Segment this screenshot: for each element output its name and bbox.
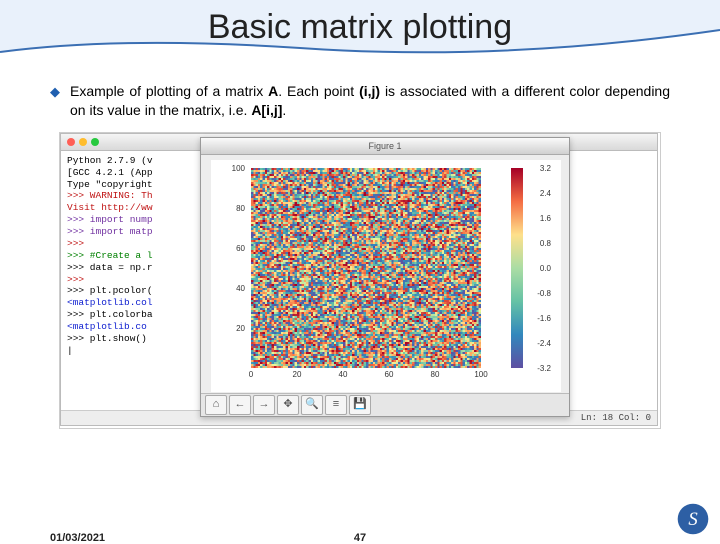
figure-title: Figure 1 [201,138,569,155]
x-tick-label: 100 [471,370,491,379]
bullet-item: ◆ Example of plotting of a matrix A. Eac… [50,82,670,120]
x-tick-label: 0 [241,370,261,379]
home-icon[interactable]: ⌂ [205,395,227,415]
footer-page: 47 [0,532,720,544]
x-tick-label: 20 [287,370,307,379]
y-tick-label: 20 [215,324,245,333]
matplotlib-figure-window: Figure 1 100 80 60 40 20 0 20 40 60 80 100 3.2 2.4… [200,137,570,417]
forward-icon[interactable]: → [253,395,275,415]
svg-text:S: S [688,509,698,530]
heatmap-canvas [251,168,481,368]
bullet-glyph: ◆ [50,84,60,100]
figure-toolbar: ⌂←→✥🔍≡💾 [201,393,569,416]
pan-icon[interactable]: ✥ [277,395,299,415]
minimize-icon[interactable] [79,138,87,146]
y-tick-label: 100 [215,164,245,173]
screenshot-composite: Python 2.7.9 (v[GCC 4.2.1 (AppType "copy… [59,132,661,429]
colorbar-tick-label: -2.4 [537,339,551,348]
colorbar-tick-label: 2.4 [540,189,551,198]
colorbar-tick-label: 0.0 [540,264,551,273]
x-tick-label: 80 [425,370,445,379]
back-icon[interactable]: ← [229,395,251,415]
bullet-text: Example of plotting of a matrix A. Each … [70,82,670,120]
zoom-icon[interactable]: 🔍 [301,395,323,415]
y-tick-label: 60 [215,244,245,253]
colorbar-tick-label: 1.6 [540,214,551,223]
y-tick-label: 80 [215,204,245,213]
colorbar-tick-label: -3.2 [537,364,551,373]
x-tick-label: 40 [333,370,353,379]
corner-logo: S [676,502,710,536]
colorbar-tick-label: 0.8 [540,239,551,248]
y-tick-label: 40 [215,284,245,293]
plot-area: 100 80 60 40 20 0 20 40 60 80 100 3.2 2.4 1.6 0.8 0.0… [211,160,561,392]
close-icon[interactable] [67,138,75,146]
colorbar-tick-label: 3.2 [540,164,551,173]
slide-title: Basic matrix plotting [0,0,720,47]
config-icon[interactable]: ≡ [325,395,347,415]
colorbar [511,168,523,368]
zoom-icon[interactable] [91,138,99,146]
colorbar-tick-label: -0.8 [537,289,551,298]
x-tick-label: 60 [379,370,399,379]
colorbar-tick-label: -1.6 [537,314,551,323]
save-icon[interactable]: 💾 [349,395,371,415]
